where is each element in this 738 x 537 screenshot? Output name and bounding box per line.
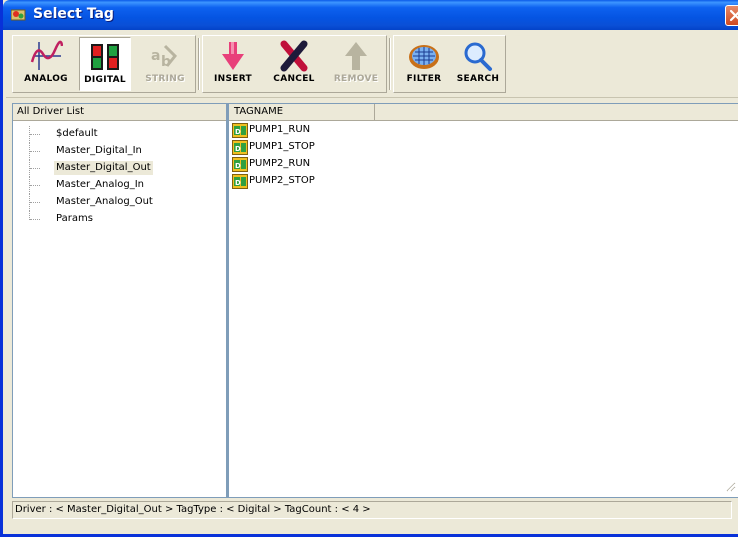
tree-item-master-digital-out[interactable]: Master_Digital_Out bbox=[13, 160, 226, 177]
remove-button[interactable]: REMOVE bbox=[326, 37, 386, 91]
driver-tree: $default Master_Digital_In Master_Digita… bbox=[13, 126, 226, 228]
tree-item-label: Master_Analog_In bbox=[56, 179, 144, 190]
digital-button[interactable]: DIGITAL bbox=[79, 37, 131, 91]
tree-item-master-analog-out[interactable]: Master_Analog_Out bbox=[13, 194, 226, 211]
cancel-button[interactable]: CANCEL bbox=[264, 37, 324, 91]
tree-item-params[interactable]: Params bbox=[13, 211, 226, 228]
resize-grip-icon[interactable] bbox=[724, 480, 736, 495]
driver-list-header: All Driver List bbox=[13, 104, 226, 121]
title-bar[interactable]: Select Tag bbox=[3, 0, 738, 30]
tag-name: PUMP2_RUN bbox=[249, 158, 311, 169]
tree-item-default[interactable]: $default bbox=[13, 126, 226, 143]
digital-tag-icon: D bbox=[232, 174, 248, 189]
string-icon: a b bbox=[149, 40, 181, 75]
digital-tag-icon: D bbox=[232, 140, 248, 155]
analog-button-label: ANALOG bbox=[24, 74, 68, 84]
filter-icon bbox=[407, 40, 441, 75]
column-header-tagname[interactable]: TAGNAME bbox=[229, 104, 375, 121]
cancel-button-label: CANCEL bbox=[273, 74, 315, 84]
svg-text:a: a bbox=[151, 48, 160, 64]
toolbar: ANALOG DIGITAL a b STRING INSERT CANCEL … bbox=[6, 30, 738, 98]
toolbar-separator bbox=[389, 38, 391, 90]
column-header-filler bbox=[375, 104, 738, 121]
tree-item-label: Master_Digital_In bbox=[56, 145, 142, 156]
tree-item-label: $default bbox=[56, 128, 98, 139]
analog-button[interactable]: ANALOG bbox=[17, 37, 75, 91]
tag-name: PUMP2_STOP bbox=[249, 175, 315, 186]
svg-text:D: D bbox=[235, 128, 241, 136]
search-button[interactable]: SEARCH bbox=[452, 37, 504, 91]
remove-arrow-icon bbox=[343, 40, 369, 75]
digital-button-label: DIGITAL bbox=[84, 75, 126, 85]
status-bar: Driver : < Master_Digital_Out > TagType … bbox=[12, 501, 732, 519]
string-button-label: STRING bbox=[145, 74, 185, 84]
tree-item-master-digital-in[interactable]: Master_Digital_In bbox=[13, 143, 226, 160]
tree-item-master-analog-in[interactable]: Master_Analog_In bbox=[13, 177, 226, 194]
remove-button-label: REMOVE bbox=[333, 74, 379, 84]
svg-text:D: D bbox=[235, 179, 241, 187]
filter-button[interactable]: FILTER bbox=[398, 37, 450, 91]
digital-blocks-icon bbox=[89, 41, 121, 76]
tag-name: PUMP1_RUN bbox=[249, 124, 311, 135]
svg-text:D: D bbox=[235, 145, 241, 153]
analog-wave-icon bbox=[29, 40, 64, 75]
insert-button-label: INSERT bbox=[214, 74, 252, 84]
tree-item-label: Master_Digital_Out bbox=[54, 161, 153, 175]
tag-list-pane[interactable]: TAGNAME D PUMP1_RUN D PUMP1_STOP D PUMP2… bbox=[227, 103, 738, 498]
tag-name: PUMP1_STOP bbox=[249, 141, 315, 152]
search-icon bbox=[463, 40, 493, 75]
window-title: Select Tag bbox=[33, 6, 114, 22]
insert-button[interactable]: INSERT bbox=[206, 37, 260, 91]
driver-list-pane[interactable]: All Driver List $default Master_Digital_… bbox=[12, 103, 227, 498]
digital-tag-icon: D bbox=[232, 123, 248, 138]
string-button[interactable]: a b STRING bbox=[136, 37, 194, 91]
cancel-x-icon bbox=[279, 40, 309, 75]
tree-item-label: Master_Analog_Out bbox=[56, 196, 153, 207]
select-tag-window: Select Tag ANALOG DIGITAL a b STRING INS… bbox=[0, 0, 738, 537]
digital-tag-icon: D bbox=[232, 157, 248, 172]
search-button-label: SEARCH bbox=[456, 74, 500, 84]
close-button[interactable] bbox=[725, 5, 738, 26]
app-icon bbox=[10, 8, 27, 22]
toolbar-separator bbox=[198, 38, 200, 90]
tree-item-label: Params bbox=[56, 213, 93, 224]
filter-button-label: FILTER bbox=[406, 74, 442, 84]
insert-arrow-icon bbox=[220, 40, 246, 75]
svg-text:D: D bbox=[235, 162, 241, 170]
